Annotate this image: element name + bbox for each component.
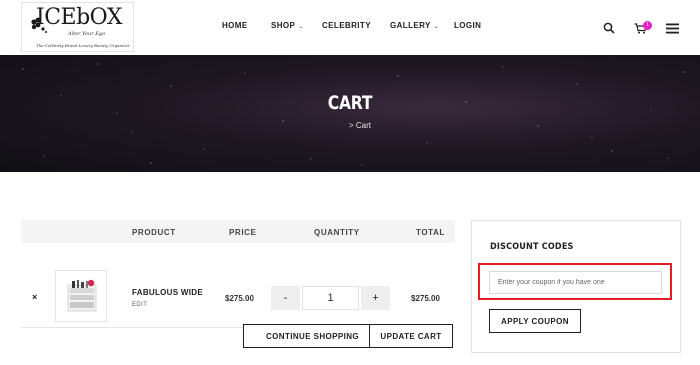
nav-item-login[interactable]: LOGIN <box>454 21 481 30</box>
nav-item-shop[interactable]: SHOP ⌄ <box>271 21 304 30</box>
item-total: $275.00 <box>411 294 440 303</box>
quantity-stepper: - + <box>271 286 390 310</box>
header-total: TOTAL <box>416 228 445 237</box>
nav-item-gallery[interactable]: GALLERY ⌄ <box>390 21 439 30</box>
update-cart-button[interactable]: UPDATE CART <box>369 324 453 348</box>
coupon-input[interactable] <box>489 271 662 294</box>
breadcrumb[interactable]: > Cart <box>349 121 371 130</box>
item-price: $275.00 <box>225 294 254 303</box>
cart-table-header: PRODUCT PRICE QUANTITY TOTAL <box>21 220 455 243</box>
discount-title: DISCOUNT CODES <box>490 242 574 252</box>
quantity-increase-button[interactable]: + <box>361 286 390 310</box>
quantity-input[interactable] <box>302 286 359 310</box>
header-price: PRICE <box>229 228 257 237</box>
site-header: ICEbOX Alter Your Ego The Celebrity Bran… <box>0 0 700 55</box>
cart-count-badge: 1 <box>643 21 652 30</box>
product-thumbnail[interactable] <box>55 270 107 322</box>
organizer-product-image <box>67 279 97 312</box>
edit-item-link[interactable]: EDIT <box>132 302 147 308</box>
header-product: PRODUCT <box>132 228 176 237</box>
product-name[interactable]: FABULOUS WIDE <box>132 288 203 297</box>
menu-icon[interactable] <box>666 23 679 34</box>
main-nav: HOME SHOP ⌄ CELEBRITY GALLERY ⌄ LOGIN <box>0 0 700 55</box>
remove-item-button[interactable]: × <box>32 292 37 302</box>
chevron-down-icon: ⌄ <box>298 24 304 30</box>
nav-item-celebrity[interactable]: CELEBRITY <box>322 21 371 30</box>
apply-coupon-button[interactable]: APPLY COUPON <box>489 309 581 333</box>
page-title: CART <box>327 92 373 114</box>
continue-shopping-button[interactable]: CONTINUE SHOPPING <box>243 324 382 348</box>
search-icon[interactable] <box>603 22 615 34</box>
cart-row: × FABULOUS WIDE EDIT $275.00 - + $275.00 <box>21 243 455 328</box>
chevron-down-icon: ⌄ <box>433 24 440 30</box>
quantity-decrease-button[interactable]: - <box>271 286 300 310</box>
page-banner: CART > Cart <box>0 55 700 172</box>
discount-codes-panel: DISCOUNT CODES APPLY COUPON <box>471 220 681 353</box>
header-quantity: QUANTITY <box>314 228 360 237</box>
nav-item-home[interactable]: HOME <box>222 21 248 30</box>
